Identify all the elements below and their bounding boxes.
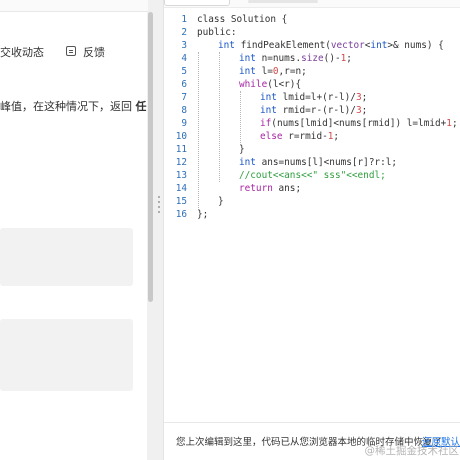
code-token: } (218, 196, 224, 207)
code-text[interactable]: else r=rmid-1; (197, 130, 339, 143)
line-number: 4 (181, 53, 187, 64)
code-token: public: (197, 27, 237, 38)
code-token: else (260, 131, 289, 142)
code-token: ; (346, 53, 352, 64)
editor-toolbar (164, 0, 460, 8)
code-token: ,r=n; (278, 66, 307, 77)
editor-status-bar: 您上次编辑到这里，代码已从您浏览器本地的临时存储中恢复了 还原默认代 @稀土掘金… (164, 422, 460, 460)
code-token: if (260, 118, 272, 129)
code-token: ; (333, 131, 340, 142)
code-text[interactable]: int rmid=r-(r-l)/3; (197, 104, 367, 117)
code-token: r=rmid- (288, 131, 328, 142)
line-number: 7 (181, 92, 187, 103)
toolbar-action[interactable] (248, 0, 318, 3)
code-token: lmid=l+(r-l)/ (282, 92, 356, 103)
panel-splitter[interactable] (155, 0, 163, 460)
code-token: l= (261, 66, 273, 77)
code-text[interactable]: int n=nums.size()-1; (197, 52, 352, 65)
code-text[interactable]: int findPeakElement(vector<int>& nums) { (197, 39, 444, 52)
code-token: >& nums) { (387, 40, 444, 51)
code-text[interactable]: if(nums[lmid]<nums[rmid]) l=lmid+1; (197, 117, 458, 130)
code-token: while (239, 79, 268, 90)
line-number: 16 (175, 209, 187, 220)
line-number: 15 (175, 196, 187, 207)
code-token: int (239, 66, 262, 77)
splitter-grip-dot (158, 196, 160, 198)
line-number: 6 (181, 79, 187, 90)
line-number: 8 (181, 105, 187, 116)
code-text[interactable]: int ans=nums[l]<nums[r]?r:l; (197, 156, 397, 169)
problem-actions: 交收动态 反馈 (0, 44, 105, 60)
line-number: 14 (175, 183, 187, 194)
code-token: }; (197, 209, 209, 220)
description-bold-text: 任 (135, 100, 147, 113)
example-block (0, 319, 133, 391)
code-token: ans=nums[l]<nums[r]?r:l; (261, 157, 398, 168)
code-token: (nums[lmid]<nums[rmid]) l=lmid+ (271, 118, 447, 129)
line-number: 2 (181, 27, 187, 38)
code-token: n=nums. (261, 53, 302, 64)
line-number: 3 (181, 40, 187, 51)
code-text[interactable]: int l=0,r=n; (197, 65, 307, 78)
code-text[interactable]: }; (197, 208, 208, 221)
code-token: int (239, 53, 262, 64)
code-token: ; (451, 118, 458, 129)
code-token: class Solution { (197, 14, 288, 25)
code-token: int (239, 157, 262, 168)
line-number: 5 (181, 66, 187, 77)
splitter-grip-dot (158, 211, 160, 213)
code-text[interactable]: //cout<<ans<<" sss"<<endl; (197, 169, 386, 182)
code-text[interactable]: } (197, 195, 224, 208)
code-token: ; (361, 92, 368, 103)
code-token: size (301, 53, 324, 64)
code-token: ()- (323, 53, 341, 64)
code-token: int (260, 92, 283, 103)
code-text[interactable]: return ans; (197, 182, 301, 195)
code-token: ans; (278, 183, 302, 194)
code-text[interactable]: public: (197, 26, 237, 39)
feedback-icon (65, 46, 76, 56)
submissions-link[interactable]: 交收动态 (0, 46, 44, 59)
line-number: 9 (181, 118, 187, 129)
code-token: ; (361, 105, 368, 116)
line-number: 11 (175, 144, 187, 155)
code-text[interactable]: } (197, 143, 245, 156)
language-select[interactable] (164, 0, 230, 6)
example-block (0, 228, 133, 286)
code-text[interactable]: class Solution { (197, 13, 287, 26)
splitter-grip-dot (158, 206, 160, 208)
splitter-grip-dot (158, 201, 160, 203)
problem-description-panel: 交收动态 反馈 峰值，在这种情况下，返回 任 (0, 0, 148, 460)
code-editor-panel: 1 class Solution { 2 public: 3 int findPeakEl… (163, 0, 460, 460)
code-token: return (239, 183, 279, 194)
code-token: int (260, 105, 283, 116)
line-number: 10 (175, 131, 187, 142)
code-token: int (218, 40, 241, 51)
code-token: rmid=r-(r-l)/ (282, 105, 356, 116)
description-text: 峰值，在这种情况下，返回 (0, 100, 136, 113)
code-token: //cout<<ans<<" sss"<<endl; (239, 170, 386, 181)
code-token: int (370, 40, 388, 51)
code-token: findPeakElement( (240, 40, 331, 51)
description-scrollbar-thumb[interactable] (148, 12, 153, 302)
code-token: (l<r){ (267, 79, 302, 90)
code-text[interactable]: int lmid=l+(r-l)/3; (197, 91, 367, 104)
code-token: vector (330, 40, 365, 51)
line-number: 13 (175, 170, 187, 181)
code-text[interactable]: while(l<r){ (197, 78, 301, 91)
line-number: 12 (175, 157, 187, 168)
problem-tabs-bar (0, 0, 148, 12)
feedback-link[interactable]: 反馈 (83, 46, 105, 59)
code-token: } (239, 144, 245, 155)
problem-description-text: 峰值，在这种情况下，返回 任 (0, 98, 147, 114)
line-number: 1 (181, 14, 187, 25)
watermark: @稀土掘金技术社区 (364, 445, 460, 457)
